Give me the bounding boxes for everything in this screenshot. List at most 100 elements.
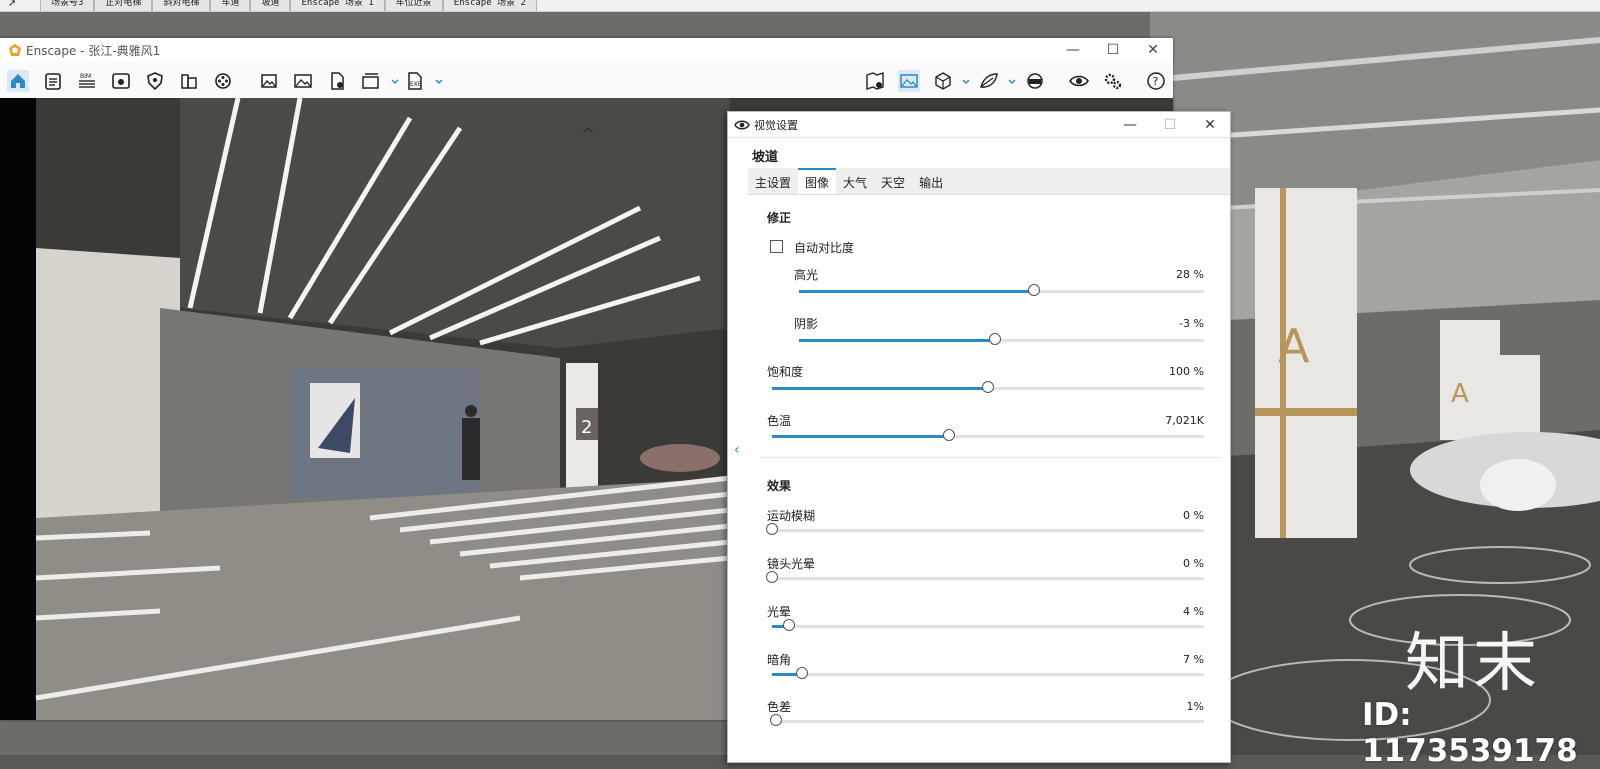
slider-knob[interactable] (783, 619, 796, 631)
auto-contrast-label: 自动对比度 (794, 241, 855, 255)
preset-name: 坡道 (752, 150, 779, 165)
scene-tabs-bar: ➚ 场景号3 正对电梯 斜对电梯 车道 坡道 Enscape 场景 1 车位近景… (0, 0, 1600, 12)
chromatic-aberration-label: 色差 (767, 700, 792, 714)
color-temperature-slider[interactable] (772, 429, 1204, 441)
bim-label: BIM (80, 73, 91, 80)
view-image-icon[interactable] (898, 70, 920, 92)
tab-output[interactable]: 输出 (912, 168, 950, 194)
help-icon[interactable]: ? (1145, 70, 1167, 92)
vr-headset-icon[interactable] (1024, 70, 1046, 92)
settings-icon[interactable] (1102, 70, 1124, 92)
scene-tab[interactable]: Enscape 场景 1 (290, 0, 385, 11)
enscape-titlebar[interactable]: Enscape - 张江-典雅风1 — ☐ ✕ (0, 38, 1173, 62)
panel-title: 视觉设置 (754, 118, 798, 132)
watermark-logo: 知末 (1405, 627, 1541, 701)
svg-text:A: A (1278, 319, 1310, 373)
saturation-slider[interactable] (772, 381, 1204, 393)
auto-contrast-checkbox[interactable] (770, 240, 783, 253)
highlights-slider[interactable] (799, 284, 1204, 296)
shield-icon[interactable] (144, 70, 166, 92)
eye-icon[interactable] (1068, 70, 1090, 92)
slider-knob[interactable] (943, 429, 956, 441)
slider-knob[interactable] (1027, 284, 1040, 296)
video-reel-icon[interactable] (212, 70, 234, 92)
slider-fill (772, 387, 988, 390)
leaf-icon[interactable] (978, 70, 1000, 92)
export-file-icon[interactable] (326, 70, 348, 92)
panel-titlebar[interactable]: 视觉设置 — ☐ ✕ (728, 112, 1230, 138)
shadows-slider[interactable] (799, 333, 1204, 345)
close-button[interactable]: ✕ (1133, 42, 1173, 58)
slider-fill (799, 339, 996, 342)
cube-icon[interactable] (932, 70, 954, 92)
help-label: ? (1153, 75, 1159, 88)
panel-maximize-button[interactable]: ☐ (1150, 117, 1190, 133)
tab-atmosphere[interactable]: 大气 (836, 168, 874, 194)
shadows-label: 阴影 (794, 317, 819, 331)
chevron-down-icon[interactable] (1001, 70, 1016, 92)
slider-knob[interactable] (989, 333, 1002, 345)
chevron-down-icon[interactable] (955, 70, 970, 92)
maximize-button[interactable]: ☐ (1093, 42, 1133, 58)
enscape-logo-icon (9, 44, 21, 56)
slider-knob[interactable] (766, 571, 778, 583)
vignette-slider[interactable] (772, 667, 1204, 679)
chromatic-aberration-slider[interactable] (770, 714, 1204, 726)
highlights-label: 高光 (794, 268, 819, 282)
scene-tab[interactable]: 正对电梯 (94, 0, 153, 11)
screenshot-icon[interactable] (258, 70, 280, 92)
tab-image[interactable]: 图像 (798, 168, 837, 194)
scene-tab[interactable]: 车位近景 (384, 0, 443, 11)
chevron-icon[interactable]: ➚ (0, 0, 40, 11)
asset-library-icon[interactable] (42, 70, 64, 92)
visual-settings-panel: 视觉设置 — ☐ ✕ 坡道 主设置 图像 大气 天空 输出 ‹ 修正 自动对比度… (727, 111, 1231, 763)
lens-flare-value: 0 % (1183, 557, 1204, 570)
panel-minimize-button[interactable]: — (1110, 117, 1150, 133)
tab-main[interactable]: 主设置 (748, 168, 798, 194)
slider-knob[interactable] (766, 523, 778, 535)
slider-knob[interactable] (770, 714, 783, 726)
vignette-label: 暗角 (767, 653, 792, 667)
effects-heading: 效果 (767, 479, 792, 493)
live-view-icon[interactable] (110, 70, 132, 92)
saturation-value: 100 % (1169, 365, 1204, 378)
slider-knob[interactable] (982, 381, 994, 393)
chevron-left-icon[interactable]: ‹ (734, 442, 744, 458)
window-title: Enscape - 张江-典雅风1 (26, 43, 161, 58)
svg-text:2: 2 (581, 417, 592, 438)
color-temperature-value: 7,021K (1165, 414, 1204, 427)
enscape-toolbar: BIM EXE ? (0, 62, 1173, 99)
scene-tab[interactable]: 坡道 (250, 0, 291, 11)
chromatic-aberration-value: 1% (1186, 700, 1204, 713)
building-icon[interactable] (178, 70, 200, 92)
scene-tab[interactable]: 斜对电梯 (152, 0, 211, 11)
scene-tab[interactable]: 场景号3 (40, 0, 95, 11)
motion-blur-slider[interactable] (766, 523, 1204, 535)
chevron-down-icon[interactable] (428, 70, 443, 92)
chevron-down-icon[interactable] (384, 70, 399, 92)
scene-tab[interactable]: 车道 (210, 0, 251, 11)
bim-icon[interactable]: BIM (76, 70, 98, 92)
batch-render-icon[interactable] (360, 70, 382, 92)
scene-tab[interactable]: Enscape 场景 2 (442, 0, 537, 11)
slider-fill (772, 435, 950, 438)
panel-close-button[interactable]: ✕ (1190, 117, 1230, 133)
lens-flare-slider[interactable] (766, 571, 1204, 583)
bloom-slider[interactable] (772, 619, 1204, 631)
home-icon[interactable] (7, 70, 29, 92)
bloom-value: 4 % (1183, 605, 1204, 618)
slider-knob[interactable] (796, 667, 809, 679)
section-divider (760, 457, 1220, 458)
tab-sky[interactable]: 天空 (874, 168, 912, 194)
color-temperature-label: 色温 (767, 414, 792, 428)
exe-label: EXE (410, 81, 422, 88)
settings-tabs: 主设置 图像 大气 天空 输出 (748, 168, 1230, 195)
correction-heading: 修正 (767, 211, 792, 225)
bloom-label: 光晕 (767, 605, 792, 619)
vignette-value: 7 % (1183, 653, 1204, 666)
minimize-button[interactable]: — (1053, 42, 1093, 58)
image-icon[interactable] (292, 70, 314, 92)
exe-export-icon[interactable]: EXE (404, 70, 426, 92)
collapse-toolbar-icon[interactable] (582, 126, 594, 134)
map-icon[interactable] (864, 70, 886, 92)
